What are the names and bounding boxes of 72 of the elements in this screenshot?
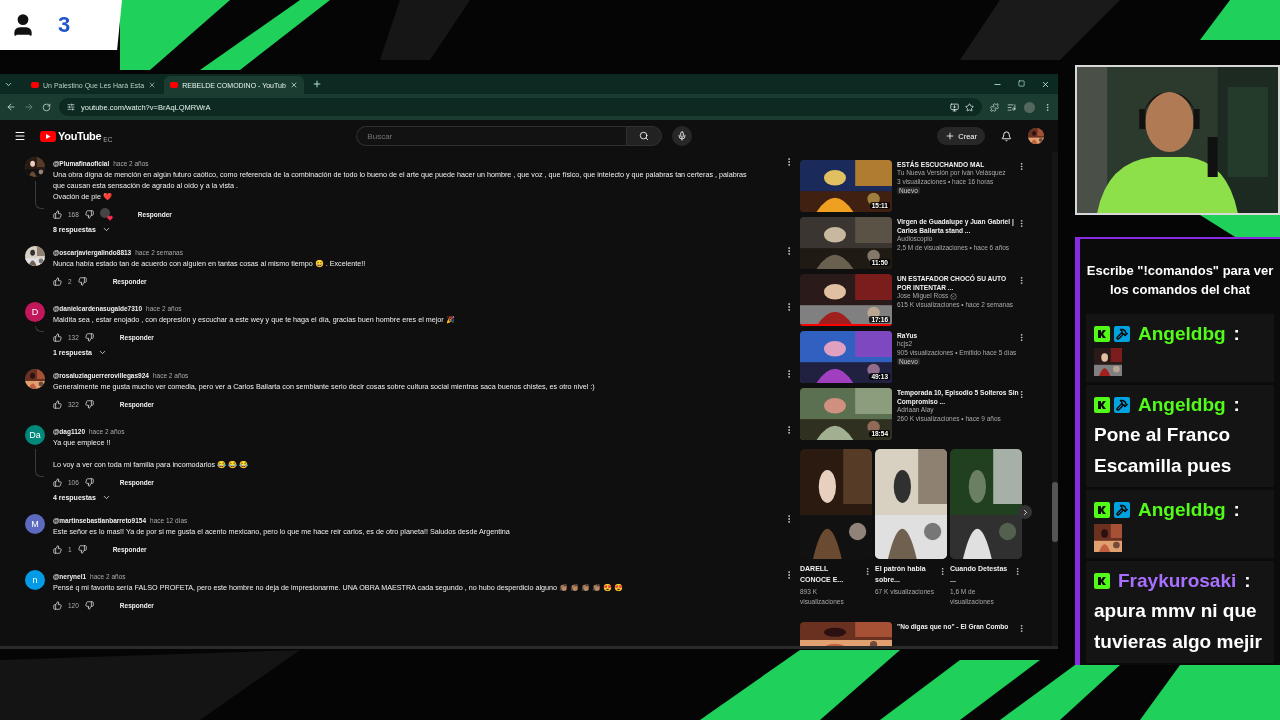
chat-colon: : [1244, 570, 1251, 592]
dislike-icon[interactable] [77, 544, 87, 554]
thread-line [35, 181, 44, 209]
mic-icon [677, 131, 688, 141]
chevron-down-icon [97, 348, 107, 357]
more-icon[interactable] [938, 567, 947, 576]
avatar[interactable]: Da [25, 425, 45, 445]
chat-colon: : [1233, 499, 1240, 521]
badge-icon [1094, 397, 1110, 413]
chat-colon: : [1233, 394, 1240, 416]
install-icon[interactable] [950, 102, 959, 112]
tab-search-icon[interactable] [4, 80, 13, 89]
dislike-icon[interactable] [84, 600, 94, 610]
more-icon[interactable] [1017, 162, 1026, 171]
like-icon[interactable] [53, 399, 62, 409]
plus-icon [945, 131, 956, 141]
avatar[interactable]: M [25, 514, 45, 534]
thread-line [35, 449, 44, 477]
like-icon[interactable] [53, 477, 62, 487]
chat-username: Angeldbg [1138, 394, 1226, 416]
dislike-icon[interactable] [84, 477, 94, 487]
like-icon[interactable] [53, 544, 62, 554]
dislike-icon[interactable] [84, 332, 94, 342]
more-icon[interactable] [1017, 333, 1026, 342]
chat-username: Fraykurosaki [1118, 570, 1237, 592]
star-icon[interactable] [965, 102, 974, 112]
chat-header: Escribe "!comandos" para ver los comandos del chat [1086, 262, 1274, 299]
back-icon[interactable] [6, 102, 16, 112]
reload-icon[interactable] [42, 102, 51, 112]
maximize-icon[interactable] [1018, 80, 1025, 87]
more-icon[interactable] [1017, 219, 1026, 228]
chevron-down-icon [101, 493, 111, 502]
dislike-icon[interactable] [84, 399, 94, 409]
like-icon[interactable] [53, 332, 62, 342]
more-icon[interactable] [1017, 276, 1026, 285]
extensions-icon[interactable] [990, 102, 999, 112]
close-icon[interactable] [289, 81, 298, 89]
badge-icon [1094, 573, 1110, 589]
dislike-icon[interactable] [77, 276, 87, 286]
badge-icon [1094, 502, 1110, 518]
search-icon [639, 131, 650, 141]
close-icon[interactable] [148, 81, 157, 89]
like-icon[interactable] [53, 276, 62, 286]
bell-icon[interactable] [1001, 130, 1012, 142]
forward-icon[interactable] [24, 102, 34, 112]
more-icon[interactable] [1013, 567, 1022, 576]
media-icon[interactable] [1007, 102, 1016, 112]
chat-text: apura mmv ni que tuvieras algo mejir [1094, 599, 1263, 654]
chat-username: Angeldbg [1138, 323, 1226, 345]
more-icon[interactable] [1017, 390, 1026, 399]
search-button[interactable] [626, 126, 663, 146]
like-icon[interactable] [53, 209, 62, 219]
badge-icon [1094, 326, 1110, 342]
menu-icon[interactable] [14, 130, 26, 142]
scrollbar[interactable] [1052, 152, 1058, 646]
dislike-icon[interactable] [84, 209, 94, 219]
site-settings-icon[interactable] [67, 103, 75, 111]
next-button[interactable] [1018, 505, 1032, 519]
chat-colon: : [1233, 323, 1240, 345]
chevron-down-icon [101, 225, 111, 234]
menu-icon[interactable] [1043, 102, 1052, 112]
viewer-count: 3 [58, 12, 71, 38]
new-tab-icon[interactable] [311, 79, 322, 89]
close-icon[interactable] [1041, 80, 1050, 89]
chat-text: Pone al Franco Escamilla pues [1094, 423, 1233, 478]
avatar[interactable]: D [25, 302, 45, 322]
mic-button[interactable] [672, 126, 693, 146]
more-icon[interactable] [863, 567, 872, 576]
more-icon[interactable] [1017, 624, 1026, 633]
chat-username: Angeldbg [1138, 499, 1226, 521]
search-field[interactable]: Buscar [356, 126, 627, 146]
like-icon[interactable] [53, 600, 62, 610]
